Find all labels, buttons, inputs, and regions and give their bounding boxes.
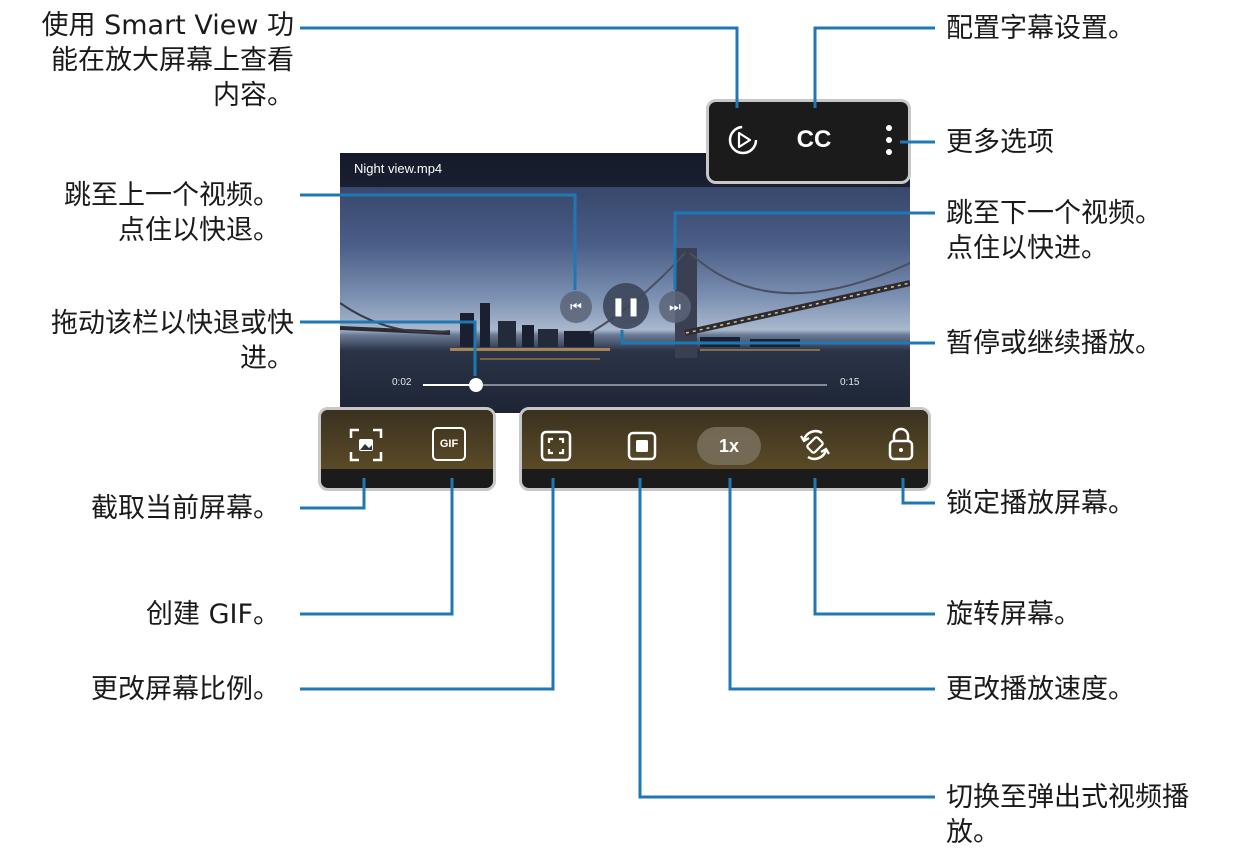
label-rotate-screen: 旋转屏幕。 [946, 599, 1081, 630]
label-drag-bar: 拖动该栏以快退或快 进。 [51, 308, 294, 374]
line-lock [901, 478, 935, 505]
label-smart-view: 使用 Smart View 功 能在放大屏幕上查看 内容。 [41, 10, 295, 111]
line-popup [638, 478, 935, 799]
label-create-gif: 创建 GIF。 [146, 599, 280, 630]
line-caption [813, 26, 935, 108]
label-pause-resume: 暂停或继续播放。 [946, 328, 1162, 359]
line-speed [728, 478, 935, 691]
callout-lines [300, 26, 935, 799]
line-rotate [813, 478, 935, 616]
line-capture [300, 478, 366, 510]
label-change-ratio: 更改屏幕比例。 [91, 674, 280, 705]
line-next [673, 211, 935, 290]
line-drag [300, 320, 477, 376]
line-ratio [300, 478, 555, 691]
line-smart-view [300, 26, 739, 108]
label-prev-video: 跳至上一个视频。 点住以快退。 [64, 180, 280, 246]
label-change-speed: 更改播放速度。 [946, 674, 1135, 705]
label-capture: 截取当前屏幕。 [91, 493, 280, 524]
label-next-video: 跳至下一个视频。 点住以快进。 [946, 198, 1162, 264]
line-prev [300, 193, 577, 290]
line-pause [620, 330, 935, 345]
label-caption-settings: 配置字幕设置。 [946, 13, 1135, 44]
label-popup-player: 切换至弹出式视频播 放。 [946, 782, 1189, 848]
label-more-options: 更多选项 [946, 127, 1054, 158]
line-gif [300, 478, 454, 616]
label-lock-screen: 锁定播放屏幕。 [946, 488, 1135, 519]
